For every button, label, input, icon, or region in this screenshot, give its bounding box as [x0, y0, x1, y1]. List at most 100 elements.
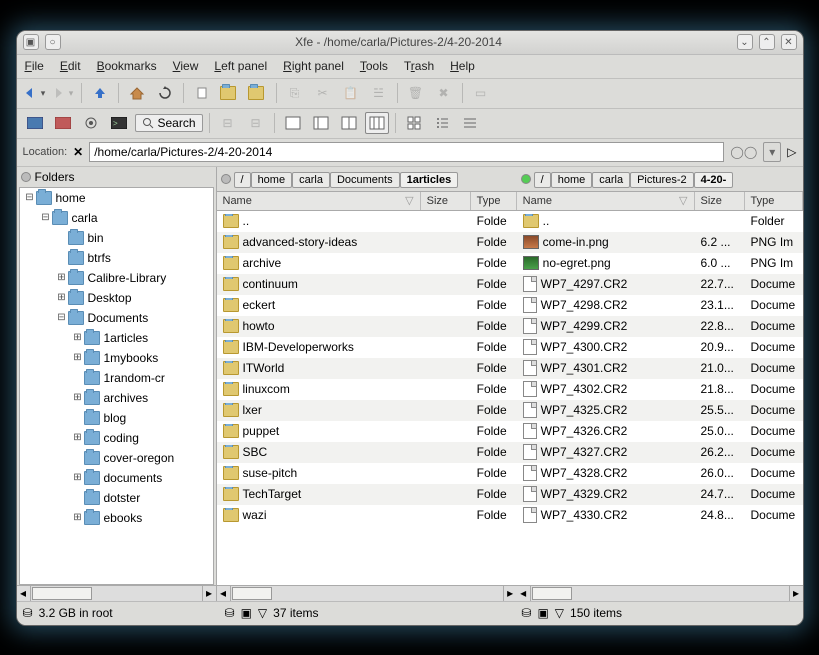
go-button[interactable]: ▷ — [787, 145, 796, 159]
menu-file[interactable]: File — [25, 59, 44, 73]
file-row[interactable]: come-in.png6.2 ...PNG Im — [517, 232, 803, 253]
tree-item[interactable]: blog — [20, 408, 213, 428]
menu-edit[interactable]: Edit — [60, 59, 81, 73]
file-row[interactable]: archiveFolde — [217, 253, 517, 274]
unmount-button[interactable]: ⊟ — [244, 112, 268, 134]
file-row[interactable]: TechTargetFolde — [217, 484, 517, 505]
tree-scrollbar[interactable]: ◂▸ — [17, 585, 216, 601]
cut-button[interactable]: ✂ — [311, 82, 335, 104]
file-row[interactable]: WP7_4301.CR221.0...Docume — [517, 358, 803, 379]
root-terminal-button[interactable] — [51, 112, 75, 134]
maximize-button[interactable]: ⌃ — [759, 34, 775, 50]
menu-trash[interactable]: Trash — [404, 59, 434, 73]
tree-item[interactable]: ⊞ebooks — [20, 508, 213, 528]
file-row[interactable]: lxerFolde — [217, 400, 517, 421]
move-trash-button[interactable]: 🗑 — [404, 82, 428, 104]
col-size[interactable]: Size — [695, 192, 745, 210]
console-button[interactable]: > — [107, 112, 131, 134]
file-row[interactable]: WP7_4330.CR224.8...Docume — [517, 505, 803, 526]
clear-location-button[interactable]: ✕ — [73, 145, 83, 159]
tree-item[interactable]: ⊞documents — [20, 468, 213, 488]
tree-item[interactable]: cover-oregon — [20, 448, 213, 468]
tree-item[interactable]: ⊞Desktop — [20, 288, 213, 308]
menu-leftpanel[interactable]: Left panel — [214, 59, 267, 73]
new-file-button[interactable] — [190, 82, 214, 104]
copy-button[interactable]: ⎘ — [283, 82, 307, 104]
location-input[interactable] — [89, 142, 724, 162]
rollup-button[interactable]: ○ — [45, 34, 61, 50]
menu-help[interactable]: Help — [450, 59, 475, 73]
tree-item[interactable]: ⊞coding — [20, 428, 213, 448]
home-button[interactable] — [125, 82, 149, 104]
file-row[interactable]: suse-pitchFolde — [217, 463, 517, 484]
tree-item[interactable]: ⊟Documents — [20, 308, 213, 328]
location-dropdown[interactable]: ▾ — [763, 142, 781, 162]
close-button[interactable]: ✕ — [781, 34, 797, 50]
properties-button[interactable]: ☱ — [367, 82, 391, 104]
file-row[interactable]: advanced-story-ideasFolde — [217, 232, 517, 253]
file-row[interactable]: WP7_4325.CR225.5...Docume — [517, 400, 803, 421]
file-row[interactable]: eckertFolde — [217, 295, 517, 316]
file-row[interactable]: WP7_4300.CR220.9...Docume — [517, 337, 803, 358]
new-folder-button[interactable] — [218, 82, 242, 104]
big-icons-button[interactable] — [402, 112, 426, 134]
panel-view2-button[interactable] — [309, 112, 333, 134]
menu-bookmarks[interactable]: Bookmarks — [97, 59, 157, 73]
col-name[interactable]: Name▽ — [217, 192, 421, 210]
tree-item[interactable]: btrfs — [20, 248, 213, 268]
col-type[interactable]: Type — [745, 192, 803, 210]
right-scrollbar[interactable]: ◂▸ — [517, 585, 803, 601]
breadcrumb-item[interactable]: / — [534, 172, 551, 188]
back-button[interactable]: ▾ — [23, 82, 47, 104]
forward-button[interactable]: ▾ — [51, 82, 75, 104]
tree-item[interactable]: ⊞1articles — [20, 328, 213, 348]
tree-item[interactable]: ⊟carla — [20, 208, 213, 228]
breadcrumb-item[interactable]: carla — [292, 172, 330, 188]
tree-item[interactable]: ⊞Calibre-Library — [20, 268, 213, 288]
file-row[interactable]: WP7_4328.CR226.0...Docume — [517, 463, 803, 484]
search-button[interactable]: Search — [135, 114, 203, 132]
panel-view1-button[interactable] — [281, 112, 305, 134]
breadcrumb-item[interactable]: / — [234, 172, 251, 188]
panel-view4-button[interactable] — [365, 112, 389, 134]
col-name[interactable]: Name▽ — [517, 192, 695, 210]
mount-button[interactable]: ⊟ — [216, 112, 240, 134]
execute-button[interactable] — [79, 112, 103, 134]
file-row[interactable]: IBM-DeveloperworksFolde — [217, 337, 517, 358]
file-row[interactable]: puppetFolde — [217, 421, 517, 442]
new-link-button[interactable] — [246, 82, 270, 104]
file-row[interactable]: no-egret.png6.0 ...PNG Im — [517, 253, 803, 274]
paste-button[interactable]: 📋 — [339, 82, 363, 104]
col-size[interactable]: Size — [421, 192, 471, 210]
file-row[interactable]: WP7_4302.CR221.8...Docume — [517, 379, 803, 400]
small-icons-button[interactable] — [430, 112, 454, 134]
file-row[interactable]: WP7_4298.CR223.1...Docume — [517, 295, 803, 316]
file-row[interactable]: linuxcomFolde — [217, 379, 517, 400]
menu-view[interactable]: View — [173, 59, 199, 73]
file-row[interactable]: WP7_4297.CR222.7...Docume — [517, 274, 803, 295]
file-row[interactable]: continuumFolde — [217, 274, 517, 295]
file-row[interactable]: howtoFolde — [217, 316, 517, 337]
refresh-button[interactable] — [153, 82, 177, 104]
file-row[interactable]: waziFolde — [217, 505, 517, 526]
tree-item[interactable]: dotster — [20, 488, 213, 508]
menu-rightpanel[interactable]: Right panel — [283, 59, 344, 73]
tree-item[interactable]: 1random-cr — [20, 368, 213, 388]
details-button[interactable] — [458, 112, 482, 134]
file-row[interactable]: WP7_4327.CR226.2...Docume — [517, 442, 803, 463]
file-row[interactable]: SBCFolde — [217, 442, 517, 463]
breadcrumb-item[interactable]: 1articles — [400, 172, 459, 188]
left-scrollbar[interactable]: ◂▸ — [217, 585, 517, 601]
tree-item[interactable]: ⊞1mybooks — [20, 348, 213, 368]
menu-tools[interactable]: Tools — [360, 59, 388, 73]
terminal-button[interactable] — [23, 112, 47, 134]
breadcrumb-item[interactable]: home — [251, 172, 293, 188]
up-button[interactable] — [88, 82, 112, 104]
right-file-list[interactable]: ..Foldercome-in.png6.2 ...PNG Imno-egret… — [517, 211, 803, 585]
breadcrumb-item[interactable]: Documents — [330, 172, 400, 188]
file-row[interactable]: ITWorldFolde — [217, 358, 517, 379]
file-row[interactable]: ..Folder — [517, 211, 803, 232]
file-row[interactable]: WP7_4326.CR225.0...Docume — [517, 421, 803, 442]
breadcrumb-item[interactable]: Pictures-2 — [630, 172, 694, 188]
minimize-button[interactable]: ⌄ — [737, 34, 753, 50]
